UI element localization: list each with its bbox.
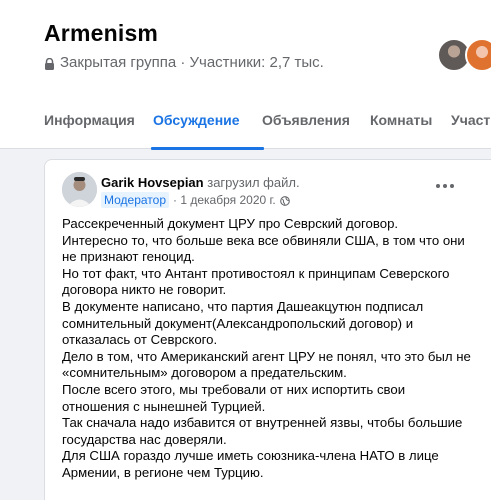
more-options-icon[interactable]	[431, 176, 459, 196]
post-text-line: Так сначала надо избавится от внутренней…	[62, 415, 463, 431]
post-text-line: Для США гораздо лучше иметь союзника-чле…	[62, 448, 439, 464]
group-title[interactable]: Armenism	[44, 20, 158, 47]
post-text-line: Дело в том, что Американский агент ЦРУ н…	[62, 348, 471, 364]
post-text-line: Но тот факт, что Антант противостоял к п…	[62, 265, 450, 281]
meta-dot: ·	[173, 193, 181, 207]
post-text-line: Рассекреченный документ ЦРУ про Севрский…	[62, 216, 399, 231]
post-author-name[interactable]: Garik Hovsepian	[101, 175, 204, 190]
post-text-line: «сомнительным» договором а предательским…	[62, 365, 347, 381]
member-avatars[interactable]	[437, 38, 491, 72]
post-text-line: государства нас доверяли.	[62, 431, 227, 447]
post-text-line: сомнительный документ(Александропольский…	[62, 315, 414, 331]
group-header: Armenism Закрытая группа · Участники: 2,…	[0, 0, 491, 150]
globe-icon	[279, 195, 290, 206]
post-action-text: загрузил файл.	[207, 175, 300, 190]
post-author-line: Garik Hovsepian загрузил файл.	[101, 175, 300, 190]
member-avatar[interactable]	[465, 38, 491, 72]
meta-separator: ·	[176, 54, 190, 71]
post-text: Рассекреченный документ ЦРУ про Севрский…	[62, 216, 491, 482]
post-text-line: В документе написано, что партия Дашеакц…	[62, 298, 424, 314]
post-text-line: отказалась от Севрского.	[62, 332, 218, 348]
tab-info[interactable]: Информация	[44, 103, 153, 149]
tab-members[interactable]: Участ	[451, 103, 491, 149]
moderator-badge: Модератор	[101, 192, 170, 208]
group-privacy[interactable]: Закрытая группа	[60, 54, 176, 71]
tab-rooms[interactable]: Комнаты	[370, 103, 451, 149]
post-text-line: Интересно то, что больше века все обвиня…	[62, 232, 465, 248]
lock-icon	[44, 57, 55, 70]
post-date[interactable]: 1 декабря 2020 г.	[180, 193, 275, 207]
author-avatar[interactable]	[62, 172, 97, 207]
post-text-line: После всего этого, мы требовали от них и…	[62, 381, 406, 397]
post-card: Garik Hovsepian загрузил файл. Модератор…	[44, 159, 491, 500]
tab-announcements[interactable]: Объявления	[262, 103, 370, 149]
tab-discussion[interactable]: Обсуждение	[151, 103, 264, 150]
group-members[interactable]: Участники: 2,7 тыс.	[190, 54, 324, 71]
group-tabs: Информация Обсуждение Объявления Комнаты…	[44, 103, 491, 150]
group-meta: Закрытая группа · Участники: 2,7 тыс.	[44, 54, 324, 71]
post-text-line: не признают геноцид.	[62, 249, 195, 265]
post-meta: Модератор · 1 декабря 2020 г.	[101, 192, 290, 208]
post-text-line: Армении, в регионе чем Турцию.	[62, 464, 264, 480]
post-text-line: договора никто не говорит.	[62, 282, 227, 298]
post-text-line: отношения с нынешней Турцией.	[62, 398, 266, 414]
